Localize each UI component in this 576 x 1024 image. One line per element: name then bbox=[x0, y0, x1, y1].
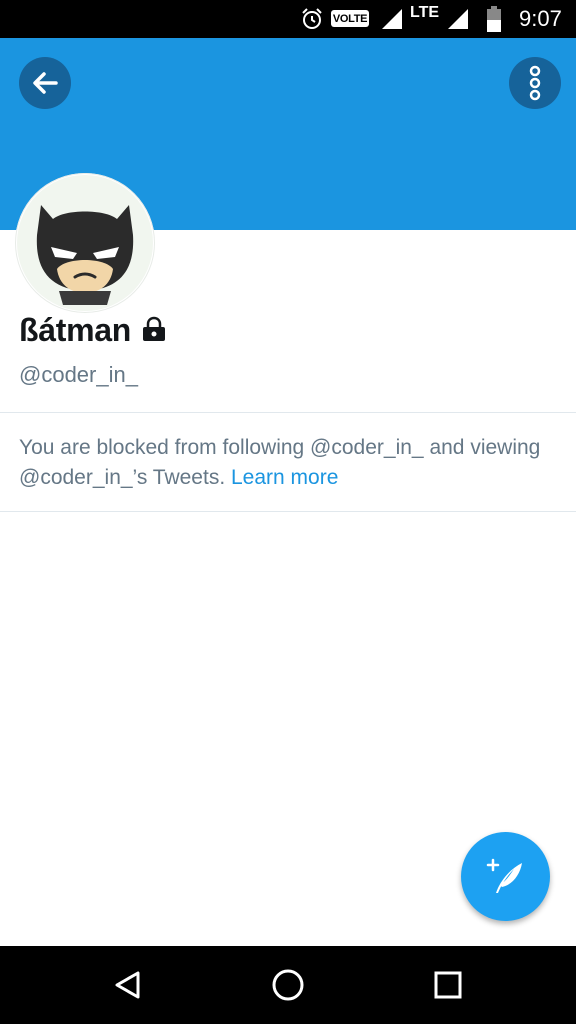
more-options-button[interactable] bbox=[509, 57, 561, 109]
status-bar: VOLTE LTE 9:07 bbox=[0, 0, 576, 38]
signal-icon bbox=[380, 0, 404, 38]
profile-name-row: ßátman bbox=[19, 312, 167, 349]
display-name: ßátman bbox=[19, 312, 131, 348]
avatar[interactable] bbox=[15, 173, 155, 313]
learn-more-link[interactable]: Learn more bbox=[231, 466, 338, 489]
batman-avatar-image bbox=[17, 175, 153, 311]
recents-square-icon bbox=[434, 971, 462, 999]
alarm-icon bbox=[300, 0, 324, 38]
nav-back-button[interactable] bbox=[88, 946, 168, 1024]
volte-badge: VOLTE bbox=[331, 10, 369, 27]
compose-tweet-icon bbox=[486, 858, 522, 893]
lock-icon bbox=[141, 316, 167, 347]
back-triangle-icon bbox=[115, 971, 140, 999]
more-vertical-icon bbox=[529, 65, 541, 101]
divider bbox=[0, 511, 576, 512]
system-nav-bar bbox=[0, 946, 576, 1024]
profile-handle: @coder_in_ bbox=[19, 362, 138, 387]
home-circle-icon bbox=[272, 969, 304, 1001]
arrow-left-icon bbox=[33, 72, 58, 94]
battery-icon bbox=[486, 0, 502, 38]
divider bbox=[0, 412, 576, 413]
signal-strength-icon bbox=[446, 0, 470, 38]
status-time: 9:07 bbox=[519, 6, 562, 31]
network-type: LTE bbox=[410, 4, 440, 21]
nav-home-button[interactable] bbox=[248, 946, 328, 1024]
back-button[interactable] bbox=[19, 57, 71, 109]
compose-tweet-button[interactable] bbox=[461, 832, 550, 921]
blocked-notice: You are blocked from following @coder_in… bbox=[19, 433, 559, 493]
nav-recents-button[interactable] bbox=[408, 946, 488, 1024]
